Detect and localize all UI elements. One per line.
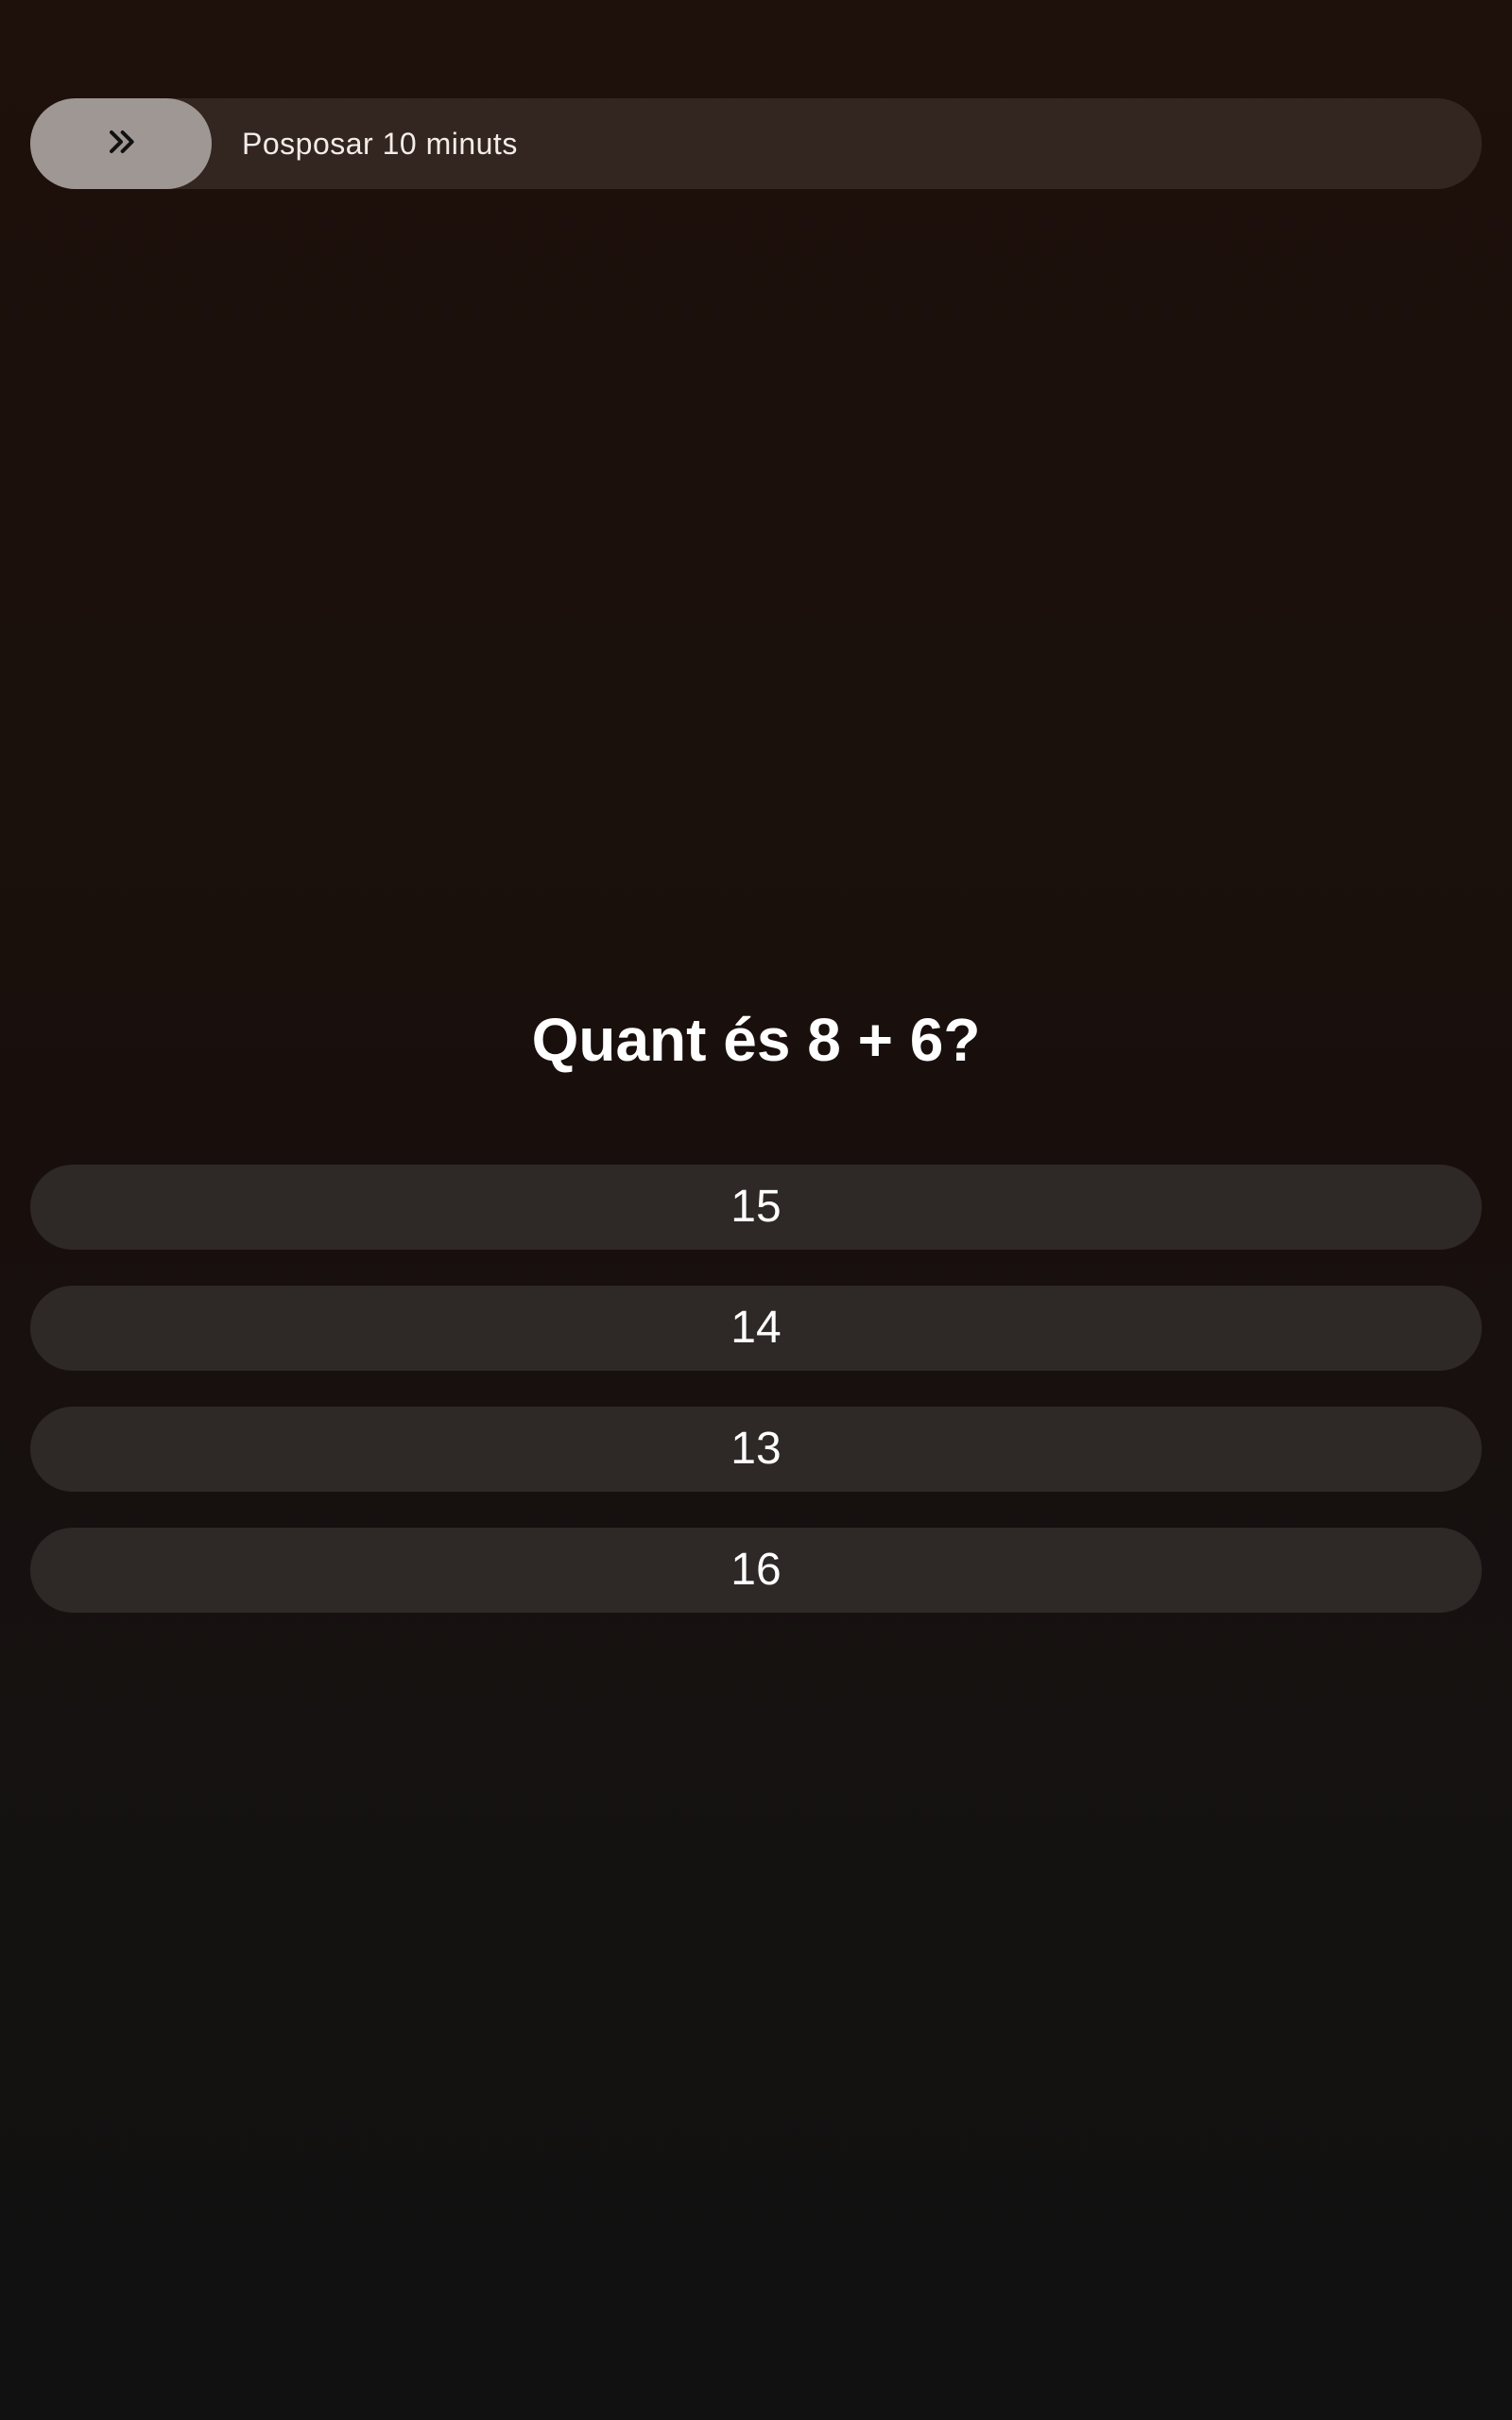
answer-button-3[interactable]: 13 [30, 1407, 1482, 1492]
snooze-slider[interactable]: Posposar 10 minuts [30, 98, 1482, 189]
answer-list: 15 14 13 16 [30, 1165, 1482, 1649]
answer-button-4[interactable]: 16 [30, 1528, 1482, 1613]
snooze-label: Posposar 10 minuts [242, 127, 518, 161]
quiz-question: Quant és 8 + 6? [531, 1006, 981, 1074]
answer-button-1[interactable]: 15 [30, 1165, 1482, 1250]
answer-button-2[interactable]: 14 [30, 1286, 1482, 1371]
snooze-slider-handle[interactable] [30, 98, 212, 189]
double-chevron-right-icon [102, 123, 140, 165]
